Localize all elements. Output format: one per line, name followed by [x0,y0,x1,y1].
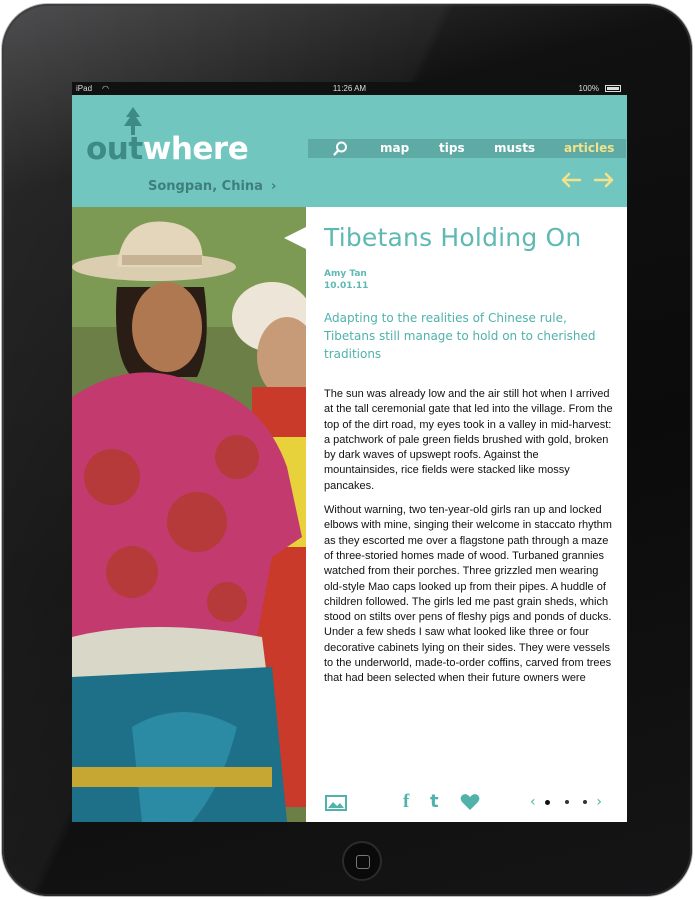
heart-icon[interactable] [460,793,480,811]
arrow-right-icon[interactable] [593,172,615,188]
gallery-icon[interactable] [325,795,347,811]
battery-percent: 100% [578,84,599,93]
nav-bar: map tips musts articles [308,139,626,158]
battery-icon [605,85,621,92]
status-time: 11:26 AM [332,84,367,93]
app-header: outwhere Songpan, China › map tips musts … [72,95,627,207]
article-author[interactable]: Amy Tan [324,269,367,279]
logo-out: out [86,131,143,167]
article-photo [72,207,306,822]
article-title: Tibetans Holding On [324,223,582,252]
chevron-right-icon: › [270,179,277,194]
article-body[interactable]: The sun was already low and the air stil… [324,387,614,777]
facebook-icon[interactable]: f [403,791,409,813]
page-prev-icon[interactable]: ‹ [530,794,536,810]
nav-musts[interactable]: musts [494,139,535,158]
search-icon[interactable] [332,140,349,157]
article-panel: Tibetans Holding On Amy Tan 10.01.11 Ada… [306,207,627,822]
nav-articles[interactable]: articles [564,139,614,158]
location-link[interactable]: Songpan, China › [148,179,276,194]
article-date: 10.01.11 [324,281,369,291]
app-logo[interactable]: outwhere [86,131,249,167]
article-paragraph: The sun was already low and the air stil… [324,388,613,492]
home-button[interactable] [342,841,382,881]
page-dot[interactable] [582,800,587,804]
status-bar: iPad ◠ 11:26 AM 100% [72,82,627,95]
article-paragraph: Without warning, two ten-year-old girls … [324,504,612,685]
page-dot-active[interactable] [545,799,551,805]
page-indicator: ‹ › [530,794,602,810]
article-deck: Adapting to the realities of Chinese rul… [324,311,596,361]
page-next-icon[interactable]: › [596,794,602,810]
page-dot[interactable] [564,800,569,804]
nav-map[interactable]: map [380,139,409,158]
bottom-toolbar: f t ‹ › [72,787,627,817]
twitter-icon[interactable]: t [430,791,439,812]
photo-caption-pointer [284,227,306,249]
location-label: Songpan, China [148,179,263,194]
nav-tips[interactable]: tips [439,139,465,158]
arrow-left-icon[interactable] [560,172,582,188]
logo-where: where [142,131,249,167]
ipad-screen: iPad ◠ 11:26 AM 100% outwhere Songpan, C… [72,82,627,822]
